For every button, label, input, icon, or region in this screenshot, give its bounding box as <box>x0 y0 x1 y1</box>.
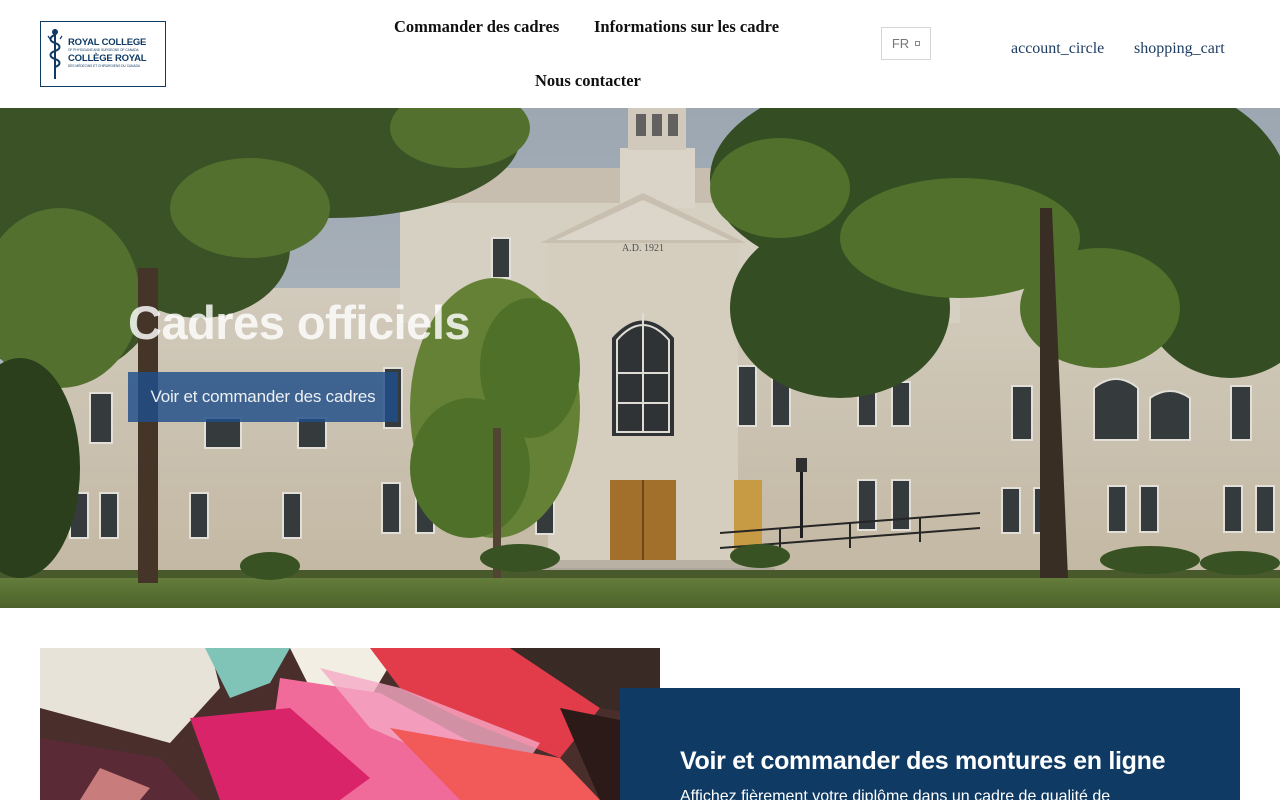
shopping-cart-icon[interactable]: shopping_cart <box>1134 40 1225 58</box>
logo-line-english: ROYAL COLLEGE <box>68 37 147 49</box>
logo-text: ROYAL COLLEGE OF PHYSICIANS AND SURGEONS… <box>68 37 147 69</box>
nav-contact[interactable]: Nous contacter <box>535 71 641 91</box>
view-order-frames-button[interactable]: Voir et commander des cadres <box>128 372 398 422</box>
hero-title: Cadres officiels <box>128 296 471 349</box>
dropdown-icon <box>915 41 921 46</box>
promo-box: Voir et commander des montures en ligne … <box>620 688 1240 800</box>
logo-line-french: COLLÈGE ROYAL <box>68 53 147 64</box>
logo-subline-english: OF PHYSICIANS AND SURGEONS OF CANADA <box>68 47 139 52</box>
nav-frame-info[interactable]: Informations sur les cadre <box>594 17 779 37</box>
language-selector[interactable]: FR <box>881 27 931 60</box>
site-header: ROYAL COLLEGE OF PHYSICIANS AND SURGEONS… <box>0 0 1280 108</box>
staff-of-asclepius-icon <box>47 29 63 79</box>
royal-college-logo[interactable]: ROYAL COLLEGE OF PHYSICIANS AND SURGEONS… <box>40 21 166 87</box>
logo-subline-french: DES MÉDECINS ET CHIRURGIENS DU CANADA <box>68 63 141 68</box>
promo-title: Voir et commander des montures en ligne <box>680 747 1166 775</box>
frame-corners-image <box>40 648 660 800</box>
frames-photo <box>40 648 660 800</box>
language-selected-value: FR <box>891 36 910 51</box>
hero-banner: A.D. 1921 Cadres officiels Voir et comma… <box>0 108 1280 608</box>
hero-building-image: A.D. 1921 <box>0 108 1280 608</box>
promo-text: Affichez fièrement votre diplôme dans un… <box>680 788 1111 800</box>
nav-order-frames[interactable]: Commander des cadres <box>394 17 559 37</box>
account-icon[interactable]: account_circle <box>1011 40 1104 58</box>
